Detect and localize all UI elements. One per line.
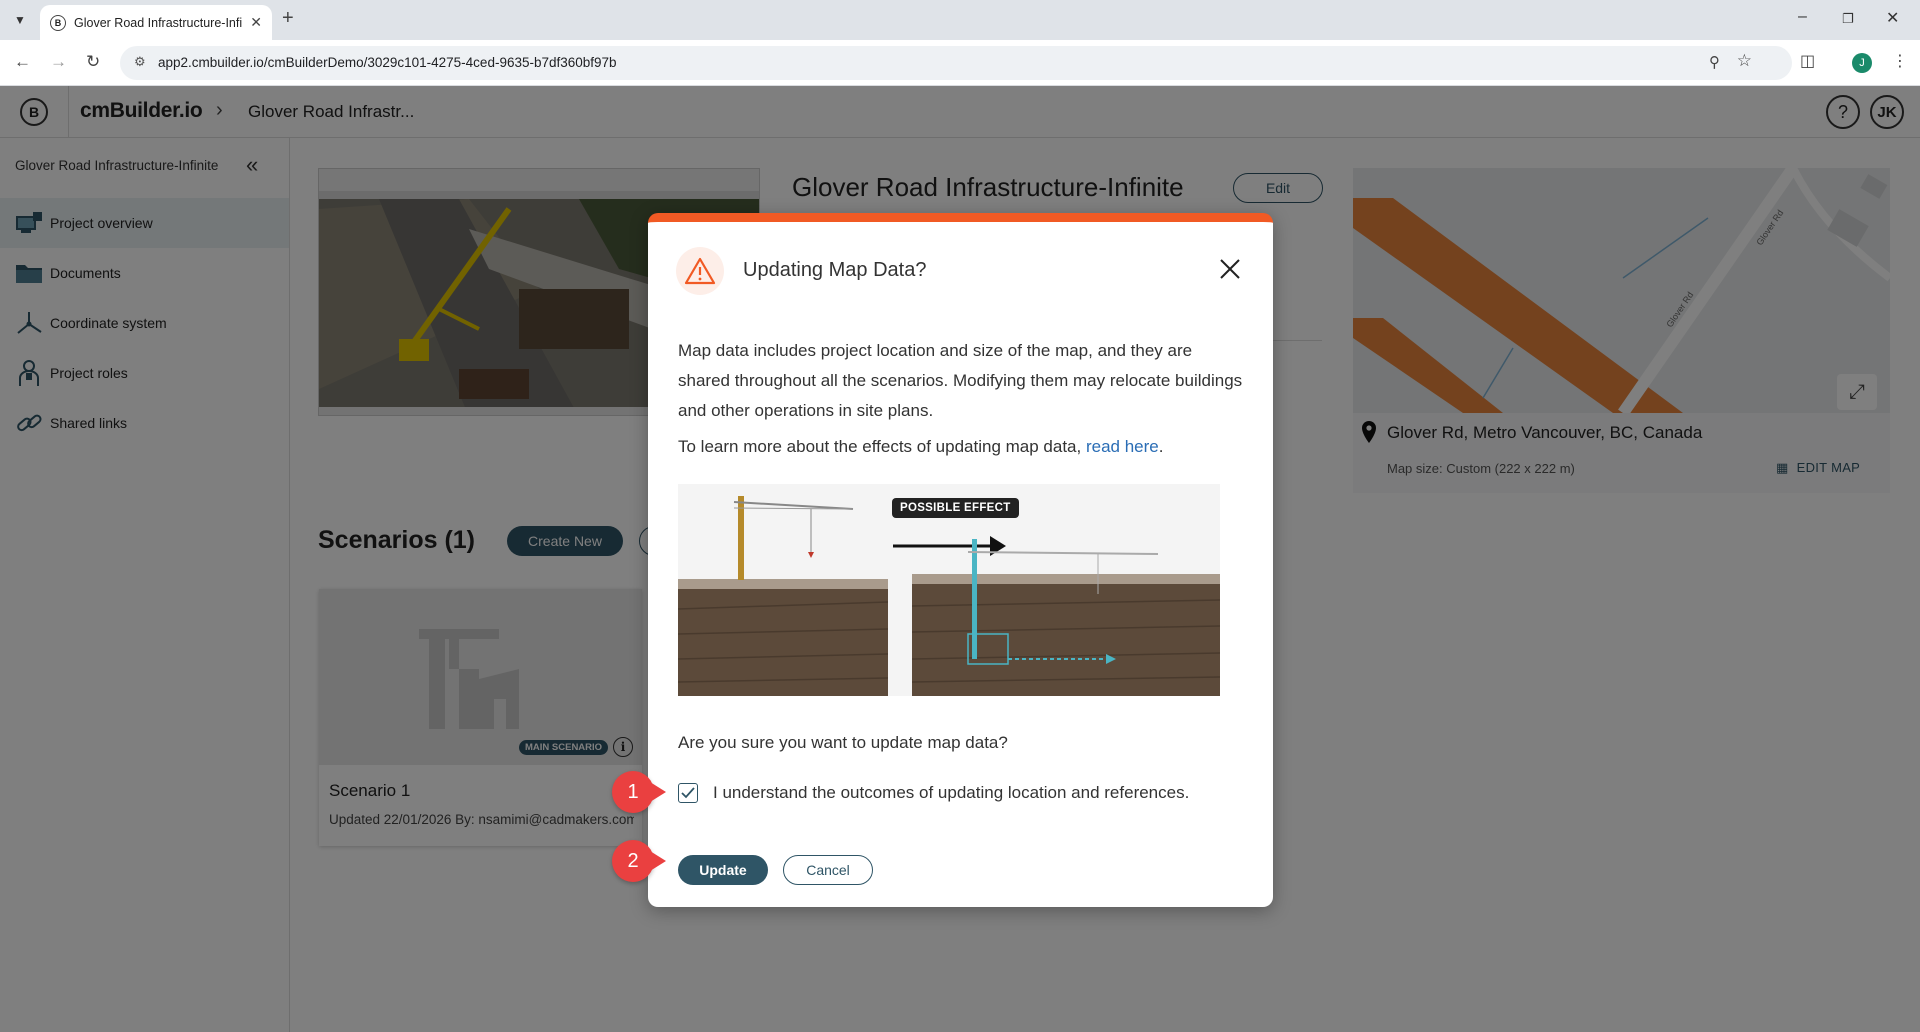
cancel-button[interactable]: Cancel: [783, 855, 873, 885]
zoom-icon[interactable]: ⚲: [1709, 53, 1720, 71]
close-icon[interactable]: [1216, 255, 1244, 283]
tab-favicon-icon: B: [50, 14, 66, 31]
checkbox-label[interactable]: I understand the outcomes of updating lo…: [713, 783, 1189, 803]
browser-tab-bar: ▼ B Glover Road Infrastructure-Infinite …: [0, 0, 1920, 40]
tab-title: Glover Road Infrastructure-Infinite: [74, 15, 243, 30]
update-button[interactable]: Update: [678, 855, 768, 885]
possible-effect-badge: POSSIBLE EFFECT: [892, 498, 1019, 518]
tab-close-icon[interactable]: ✕: [250, 14, 262, 31]
back-icon[interactable]: ←: [14, 52, 31, 72]
understand-checkbox[interactable]: [678, 783, 698, 803]
step-arrow-1: [650, 782, 666, 802]
possible-effect-illustration: POSSIBLE EFFECT: [678, 484, 1220, 696]
tab-search-icon[interactable]: ▼: [8, 8, 32, 32]
bookmark-star-icon[interactable]: ☆: [1737, 51, 1752, 71]
confirm-question: Are you sure you want to update map data…: [678, 733, 1008, 752]
site-info-icon[interactable]: ⚙: [134, 54, 146, 70]
step-marker-1: 1: [612, 771, 654, 813]
dialog-description: Map data includes project location and s…: [678, 341, 1243, 420]
profile-avatar[interactable]: J: [1852, 53, 1872, 73]
extensions-icon[interactable]: ◫: [1800, 51, 1815, 71]
step-marker-2: 2: [612, 840, 654, 882]
url-text: app2.cmbuilder.io/cmBuilderDemo/3029c101…: [158, 55, 617, 70]
learn-more-text: To learn more about the effects of updat…: [678, 437, 1086, 456]
learn-more-suffix: .: [1158, 437, 1164, 456]
dialog-learn-more: To learn more about the effects of updat…: [678, 437, 1248, 457]
minimize-icon[interactable]: –: [1798, 8, 1807, 26]
read-here-link[interactable]: read here: [1086, 437, 1159, 456]
new-tab-icon[interactable]: +: [282, 7, 294, 30]
step-arrow-2: [650, 851, 666, 871]
browser-menu-icon[interactable]: ⋮: [1892, 51, 1908, 71]
window-close-icon[interactable]: ✕: [1886, 8, 1899, 28]
forward-icon[interactable]: →: [50, 52, 67, 72]
update-map-data-dialog: Updating Map Data? Map data includes pro…: [648, 213, 1273, 907]
reload-icon[interactable]: ↻: [86, 52, 100, 72]
restore-icon[interactable]: ❐: [1842, 11, 1854, 27]
warning-icon: [676, 247, 724, 295]
browser-toolbar: ← → ↻ ⚙ app2.cmbuilder.io/cmBuilderDemo/…: [0, 40, 1920, 86]
browser-tab[interactable]: B Glover Road Infrastructure-Infinite ✕: [40, 5, 272, 40]
dialog-title: Updating Map Data?: [743, 259, 927, 281]
checkmark-icon: [681, 787, 695, 799]
address-bar[interactable]: ⚙ app2.cmbuilder.io/cmBuilderDemo/3029c1…: [120, 46, 1792, 80]
